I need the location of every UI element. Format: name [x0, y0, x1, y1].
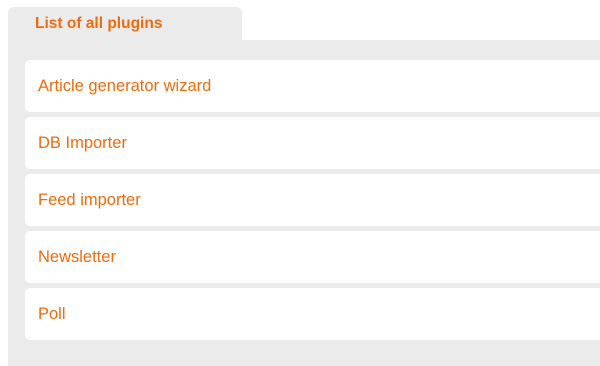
tab-label: List of all plugins	[35, 15, 163, 32]
plugin-list: Article generator wizard DB Importer Fee…	[25, 60, 600, 340]
plugin-item-newsletter[interactable]: Newsletter	[25, 231, 600, 283]
plugins-panel: Article generator wizard DB Importer Fee…	[8, 40, 600, 366]
plugin-item-article-generator-wizard[interactable]: Article generator wizard	[25, 60, 600, 112]
plugin-item-label: DB Importer	[38, 133, 127, 152]
plugin-item-label: Article generator wizard	[38, 76, 212, 95]
plugin-item-label: Newsletter	[38, 247, 116, 266]
plugin-item-label: Poll	[38, 304, 66, 323]
plugin-item-poll[interactable]: Poll	[25, 288, 600, 340]
tab-list-of-all-plugins[interactable]: List of all plugins	[8, 7, 242, 40]
plugin-item-db-importer[interactable]: DB Importer	[25, 117, 600, 169]
plugin-item-label: Feed importer	[38, 190, 141, 209]
plugin-item-feed-importer[interactable]: Feed importer	[25, 174, 600, 226]
